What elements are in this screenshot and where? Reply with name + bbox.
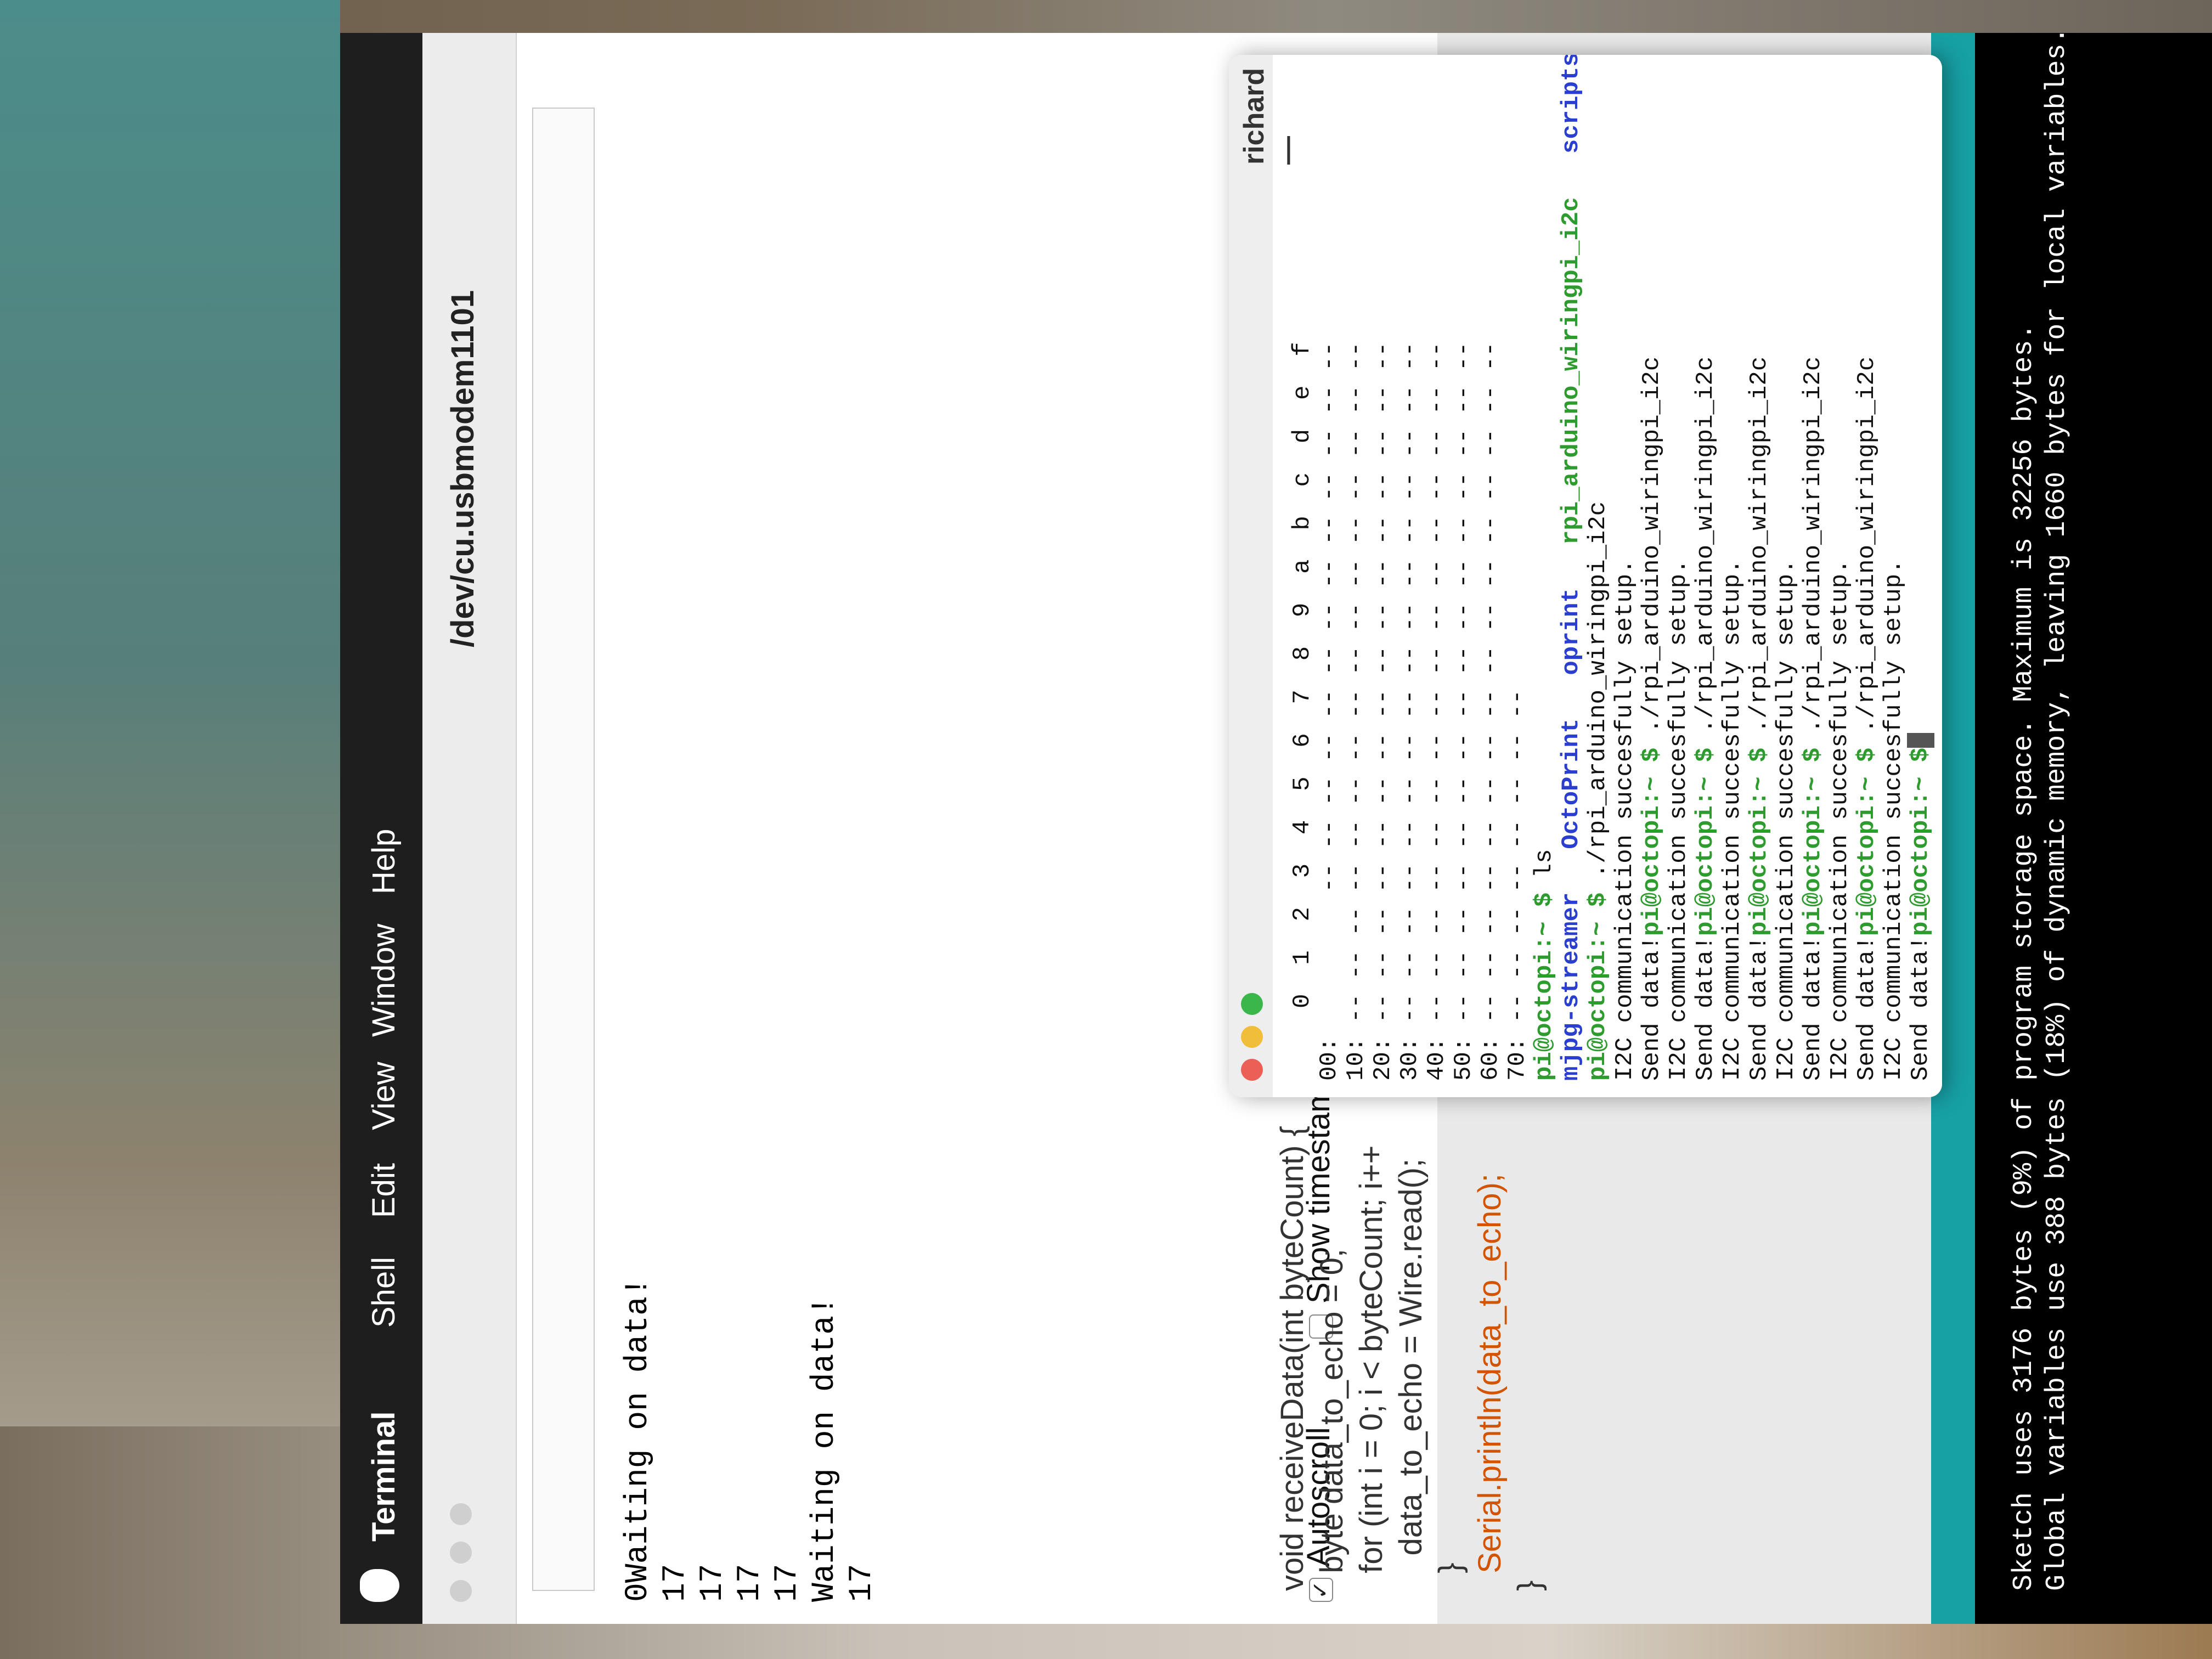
shell-command: ./rpi_arduino_wiringpi_i2c — [1638, 356, 1666, 748]
menu-edit[interactable]: Edit — [365, 1163, 402, 1218]
ls-item: OctoPrint — [1558, 718, 1585, 849]
setup-message: I2C communication succesfully setup. — [1665, 559, 1692, 1081]
i2c-row: 30: -- -- -- -- -- -- -- -- -- -- -- -- … — [1396, 342, 1424, 1081]
zoom-icon[interactable] — [450, 1503, 472, 1525]
code-line-4: data_to_echo = Wire.read(); — [1393, 1158, 1429, 1591]
code-line-1: void receiveData(int byteCount) { — [1274, 1126, 1310, 1591]
i2c-row: 60: -- -- -- -- -- -- -- -- -- -- -- -- … — [1477, 342, 1504, 1081]
i2c-row: 00: -- -- -- -- -- -- -- -- -- -- -- -- … — [1316, 342, 1343, 1081]
menu-bar: Terminal Shell Edit View Window Help — [340, 33, 422, 1624]
code-line-5: } — [1432, 1562, 1468, 1591]
send-message: Send data! — [1638, 935, 1666, 1081]
code-line-6: Serial.println(data_to_echo); — [1472, 1173, 1508, 1591]
ls-item: scripts — [1558, 55, 1585, 154]
shell-prompt: pi@octopi:~ $ — [1692, 747, 1719, 936]
console-line-2: Global variables use 388 bytes (18%) of … — [2041, 33, 2073, 1591]
send-message: Send data! — [1692, 935, 1719, 1081]
code-line-7: } — [1511, 1580, 1547, 1591]
setup-message: I2C communication succesfully setup. — [1880, 559, 1908, 1081]
send-message: Send data! — [1746, 935, 1773, 1081]
i2c-row: 40: -- -- -- -- -- -- -- -- -- -- -- -- … — [1423, 342, 1451, 1081]
setup-message: I2C communication succesfully setup. — [1611, 559, 1639, 1081]
menu-terminal[interactable]: Terminal — [365, 1412, 402, 1542]
serial-titlebar: /dev/cu.usbmodem1101 — [422, 33, 517, 1624]
laptop-screen: Terminal Shell Edit View Window Help /de… — [340, 33, 2212, 1624]
ls-item: mjpg-streamer — [1558, 892, 1585, 1081]
shell-prompt: pi@octopi:~ $ — [1746, 747, 1773, 936]
send-message: Send data! — [1799, 935, 1827, 1081]
code-line-2: byte data_to_echo = 0; — [1314, 1249, 1350, 1591]
setup-message: I2C communication succesfully setup. — [1826, 559, 1854, 1081]
shell-command: ./rpi_arduino_wiringpi_i2c — [1692, 356, 1719, 748]
menu-window[interactable]: Window — [365, 924, 402, 1037]
cursor[interactable] — [1907, 733, 1934, 748]
minimize-icon[interactable] — [450, 1542, 472, 1564]
shell-command: ./rpi_arduino_wiringpi_i2c — [1799, 356, 1827, 748]
menu-shell[interactable]: Shell — [365, 1257, 402, 1328]
shell-prompt: pi@octopi:~ $ — [1907, 747, 1934, 936]
setup-message: I2C communication succesfully setup. — [1773, 559, 1800, 1081]
shell-prompt: pi@octopi:~ $ — [1853, 747, 1881, 936]
sketch-code[interactable]: void receiveData(int byteCount) { byte d… — [1273, 1126, 1549, 1591]
shell-command: ./rpi_arduino_wiringpi_i2c — [1746, 356, 1773, 748]
setup-message: I2C communication succesfully setup. — [1719, 559, 1746, 1081]
i2c-row: 10: -- -- -- -- -- -- -- -- -- -- -- -- … — [1342, 342, 1370, 1081]
shell-command: ./rpi_arduino_wiringpi_i2c — [1853, 356, 1881, 748]
ls-item: rpi_arduino_wiringpi_i2c — [1558, 197, 1585, 545]
background-room — [0, 0, 340, 1659]
shell-command: ./rpi_arduino_wiringpi_i2c — [1584, 501, 1612, 893]
shell-prompt: pi@octopi:~ $ — [1531, 892, 1558, 1081]
menu-help[interactable]: Help — [365, 829, 402, 894]
i2c-row: 20: -- -- -- -- -- -- -- -- -- -- -- -- … — [1369, 342, 1397, 1081]
serial-port-title: /dev/cu.usbmodem1101 — [445, 290, 481, 647]
photo-background: Terminal Shell Edit View Window Help /de… — [0, 0, 2212, 1659]
shell-command: ls — [1531, 849, 1558, 893]
minimize-icon[interactable] — [1241, 1026, 1263, 1048]
ls-item: oprint — [1558, 588, 1585, 675]
apple-icon[interactable] — [360, 1569, 399, 1602]
i2c-header: 0 1 2 3 4 5 6 7 8 9 a b c d e f — [1289, 342, 1316, 1081]
console-output: Sketch uses 3176 bytes (9%) of program s… — [2008, 33, 2074, 1591]
serial-send-input[interactable] — [532, 108, 595, 1591]
shell-prompt: pi@octopi:~ $ — [1799, 747, 1827, 936]
i2c-row: 70: -- -- -- -- -- -- -- -- — [1504, 690, 1531, 1081]
terminal-output: 0 1 2 3 4 5 6 7 8 9 a b c d e f 00: -- -… — [1289, 55, 1934, 1081]
console-line-1: Sketch uses 3176 bytes (9%) of program s… — [2008, 323, 2040, 1591]
zoom-icon[interactable] — [1241, 993, 1263, 1015]
menu-view[interactable]: View — [365, 1062, 402, 1130]
send-message: Send data! — [1907, 935, 1934, 1081]
i2c-row: 50: -- -- -- -- -- -- -- -- -- -- -- -- … — [1450, 342, 1477, 1081]
close-icon[interactable] — [1241, 1059, 1263, 1081]
code-line-3: for (int i = 0; i < byteCount; i++ — [1353, 1145, 1389, 1591]
serial-output: 0Waiting on data! 17 17 17 17 Waiting on… — [620, 1277, 880, 1602]
shell-prompt: pi@octopi:~ $ — [1638, 747, 1666, 936]
send-message: Send data! — [1853, 935, 1881, 1081]
terminal-window[interactable]: richard — 0 1 2 3 4 5 6 7 8 9 a b c d e … — [1229, 55, 1942, 1097]
close-icon[interactable] — [450, 1580, 472, 1602]
shell-prompt: pi@octopi:~ $ — [1584, 892, 1612, 1081]
terminal-titlebar: richard — — [1229, 55, 1303, 1097]
